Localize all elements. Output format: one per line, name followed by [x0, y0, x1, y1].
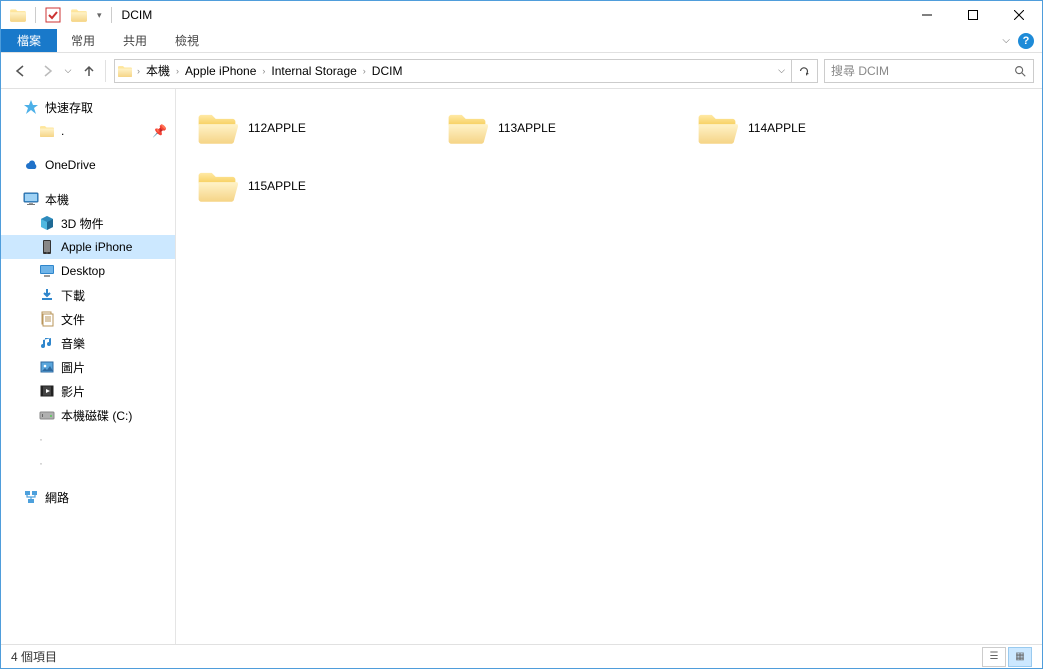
tree-videos[interactable]: 影片: [1, 379, 175, 403]
pin-icon: 📌: [152, 124, 167, 138]
forward-button[interactable]: [35, 59, 59, 83]
qat-newfolder-icon[interactable]: [68, 4, 90, 26]
tree-quick-access[interactable]: 快速存取: [1, 95, 175, 119]
folder-label: 113APPLE: [498, 121, 556, 135]
crumb-storage[interactable]: Internal Storage: [267, 60, 360, 82]
tree-this-pc[interactable]: 本機: [1, 187, 175, 211]
close-button[interactable]: [996, 1, 1042, 29]
window-title: DCIM: [118, 8, 153, 22]
tree-3d-objects[interactable]: 3D 物件: [1, 211, 175, 235]
chevron-right-icon[interactable]: ›: [174, 66, 181, 76]
folder-icon: [696, 107, 738, 149]
navbar: ⌵ › 本機 › Apple iPhone › Internal Storage…: [1, 53, 1042, 89]
qat-divider2: [111, 7, 112, 23]
nav-tree[interactable]: 快速存取 .📌 OneDrive 本機 3D 物件 Apple iPhone D…: [1, 89, 176, 644]
folder-item[interactable]: 112APPLE: [192, 99, 442, 157]
chevron-right-icon[interactable]: ›: [135, 66, 142, 76]
search-icon: [1013, 64, 1027, 78]
chevron-right-icon[interactable]: ›: [260, 66, 267, 76]
qat-divider: [35, 7, 36, 23]
download-icon: [39, 287, 55, 303]
view-details-button[interactable]: ☰: [982, 647, 1006, 667]
address-folder-icon: [117, 63, 133, 79]
tree-pictures[interactable]: 圖片: [1, 355, 175, 379]
folder-item[interactable]: 114APPLE: [692, 99, 942, 157]
view-icons-button[interactable]: ▦: [1008, 647, 1032, 667]
tab-home[interactable]: 常用: [57, 29, 109, 52]
monitor-icon: [23, 191, 39, 207]
qat-dropdown-icon[interactable]: ▾: [94, 10, 105, 21]
help-icon[interactable]: ?: [1018, 33, 1034, 49]
drive-icon: [39, 407, 55, 423]
tree-apple-iphone[interactable]: Apple iPhone: [1, 235, 175, 259]
cube-icon: [39, 215, 55, 231]
phone-icon: [39, 239, 55, 255]
crumb-this-pc[interactable]: 本機: [142, 60, 174, 82]
cloud-icon: [23, 157, 39, 173]
folder-label: 114APPLE: [748, 121, 806, 135]
tab-view[interactable]: 檢視: [161, 29, 213, 52]
address-dropdown-icon[interactable]: ⌵: [772, 65, 791, 76]
tree-network[interactable]: 網路: [1, 485, 175, 509]
content-pane[interactable]: 112APPLE 113APPLE 114APPLE 115APPLE: [176, 89, 1042, 644]
desktop-icon: [39, 263, 55, 279]
minimize-button[interactable]: [904, 1, 950, 29]
qat-properties-icon[interactable]: [42, 4, 64, 26]
folder-label: 115APPLE: [248, 179, 306, 193]
tree-hidden-1[interactable]: ·: [1, 427, 175, 451]
maximize-button[interactable]: [950, 1, 996, 29]
search-input[interactable]: 搜尋 DCIM: [824, 59, 1034, 83]
pictures-icon: [39, 359, 55, 375]
chevron-right-icon[interactable]: ›: [361, 66, 368, 76]
music-icon: [39, 335, 55, 351]
tab-share[interactable]: 共用: [109, 29, 161, 52]
folder-item[interactable]: 115APPLE: [192, 157, 442, 215]
folder-icon: [446, 107, 488, 149]
item-count: 4 個項目: [11, 648, 57, 665]
videos-icon: [39, 383, 55, 399]
back-button[interactable]: [9, 59, 33, 83]
crumb-current[interactable]: DCIM: [368, 60, 407, 82]
tree-hidden-2[interactable]: ·: [1, 451, 175, 475]
tree-desktop[interactable]: Desktop: [1, 259, 175, 283]
tree-music[interactable]: 音樂: [1, 331, 175, 355]
folder-label: 112APPLE: [248, 121, 306, 135]
statusbar: 4 個項目 ☰ ▦: [1, 644, 1042, 668]
refresh-button[interactable]: [791, 60, 815, 82]
search-placeholder: 搜尋 DCIM: [831, 62, 889, 79]
network-icon: [23, 489, 39, 505]
folder-icon: [196, 107, 238, 149]
up-button[interactable]: [77, 59, 101, 83]
tree-local-disk-c[interactable]: 本機磁碟 (C:): [1, 403, 175, 427]
tree-onedrive[interactable]: OneDrive: [1, 153, 175, 177]
crumb-device[interactable]: Apple iPhone: [181, 60, 260, 82]
star-icon: [23, 99, 39, 115]
ribbon-tabs: 檔案 常用 共用 檢視 ⌵ ?: [1, 29, 1042, 53]
qat-folder-icon[interactable]: [7, 4, 29, 26]
folder-icon: [39, 123, 55, 139]
recent-dropdown[interactable]: ⌵: [61, 59, 75, 83]
docs-icon: [39, 311, 55, 327]
tree-documents[interactable]: 文件: [1, 307, 175, 331]
ribbon-expand-icon[interactable]: ⌵: [1002, 35, 1010, 46]
folder-item[interactable]: 113APPLE: [442, 99, 692, 157]
tab-file[interactable]: 檔案: [1, 29, 57, 52]
tree-downloads[interactable]: 下載: [1, 283, 175, 307]
folder-icon: [196, 165, 238, 207]
tree-pinned-item[interactable]: .📌: [1, 119, 175, 143]
address-bar[interactable]: › 本機 › Apple iPhone › Internal Storage ›…: [114, 59, 818, 83]
titlebar: ▾ DCIM: [1, 1, 1042, 29]
